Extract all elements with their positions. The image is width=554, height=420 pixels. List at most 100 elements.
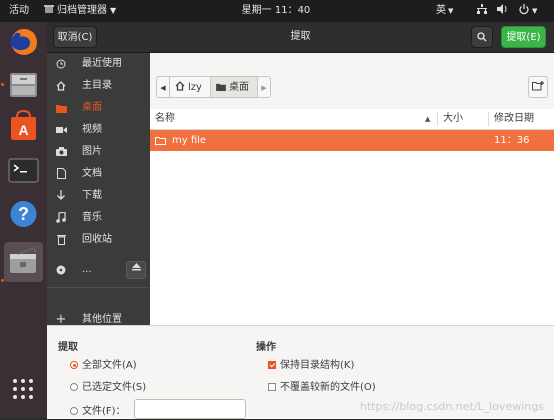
sidebar-divider (47, 287, 150, 288)
checkbox-indicator (268, 361, 276, 369)
sidebar-item-label: 主目录 (82, 80, 112, 91)
sidebar-item-label: 文档 (82, 168, 102, 179)
sidebar-item-documents[interactable]: 文档 (47, 163, 150, 185)
radio-label: 全部文件(A) (82, 360, 137, 371)
table-row[interactable]: my file 11：36 (150, 130, 554, 151)
folder-icon (216, 83, 226, 91)
network-icon[interactable] (476, 0, 488, 22)
chevron-down-icon: ▼ (110, 6, 117, 15)
file-modified: 11：36 (494, 135, 530, 146)
path-segment-current[interactable]: 桌面 (210, 76, 258, 98)
search-icon (477, 32, 487, 42)
places-sidebar: 最近使用 主目录 桌面 视频 图片 文档 下载 音乐 回收站 ... + 其他位… (47, 53, 150, 327)
video-icon (54, 119, 68, 141)
camera-icon (54, 141, 68, 163)
document-icon (54, 163, 68, 185)
sidebar-item-label: 回收站 (82, 234, 112, 245)
dock-software[interactable]: A (4, 108, 43, 144)
chevron-right-icon: ▶ (261, 84, 267, 92)
new-folder-button[interactable] (528, 76, 548, 98)
sort-arrow-up-icon: ▲ (425, 115, 431, 123)
svg-text:A: A (18, 122, 28, 138)
header-bar: 取消(C) 提取 提取(E) (47, 22, 554, 53)
path-segment-home[interactable]: lzy (169, 76, 211, 98)
help-icon: ? (10, 201, 37, 227)
column-name[interactable]: 名称 (155, 109, 175, 129)
files-icon (10, 73, 37, 97)
show-applications-button[interactable] (11, 377, 35, 401)
checkbox-no-overwrite[interactable]: 不覆盖较新的文件(O) (268, 380, 376, 396)
radio-selected-files[interactable]: 已选定文件(S) (70, 380, 146, 396)
sidebar-item-trash[interactable]: 回收站 (47, 229, 150, 251)
file-name: my file (172, 135, 207, 146)
sidebar-item-downloads[interactable]: 下载 (47, 185, 150, 207)
new-folder-icon (532, 81, 544, 91)
file-list-header: 名称 ▲ 大小 修改日期 (150, 109, 554, 130)
sidebar-item-home[interactable]: 主目录 (47, 75, 150, 97)
path-bar: ◀ lzy 桌面 ▶ (150, 53, 554, 109)
cancel-button[interactable]: 取消(C) (53, 26, 97, 48)
sidebar-item-pictures[interactable]: 图片 (47, 141, 150, 163)
watermark: https://blog.csdn.net/L_lovewings (359, 400, 544, 413)
dock-terminal[interactable] (4, 152, 43, 188)
files-pattern-input[interactable] (134, 399, 246, 419)
folder-icon (155, 137, 166, 145)
dock-files[interactable] (4, 66, 43, 102)
column-modified[interactable]: 修改日期 (494, 109, 534, 129)
path-segment-label: lzy (188, 82, 202, 93)
disc-icon (54, 257, 68, 283)
home-icon (175, 81, 185, 91)
firefox-icon (10, 28, 37, 55)
folder-icon (54, 97, 68, 119)
eject-icon (131, 263, 141, 271)
input-method-label: 英 (436, 5, 446, 16)
sidebar-item-label: 桌面 (82, 102, 102, 113)
radio-label: 已选定文件(S) (82, 382, 147, 393)
activities-button[interactable]: 活动 (9, 0, 29, 22)
power-icon[interactable] (518, 0, 530, 22)
volume-icon[interactable] (496, 0, 508, 22)
radio-all-files[interactable]: 全部文件(A) (70, 358, 137, 374)
sidebar-item-label: 下载 (82, 190, 102, 201)
software-center-icon: A (11, 109, 36, 140)
app-menu-label: 归档管理器 (57, 5, 107, 16)
sidebar-item-desktop[interactable]: 桌面 (47, 97, 150, 119)
sidebar-item-music[interactable]: 音乐 (47, 207, 150, 229)
path-segment-label: 桌面 (229, 82, 249, 93)
input-method-indicator[interactable]: 英 ▼ (436, 0, 453, 22)
svg-text:?: ? (18, 204, 29, 224)
archive-manager-icon (10, 247, 37, 273)
path-back-button[interactable]: ◀ (156, 76, 170, 98)
column-divider (488, 112, 489, 126)
music-icon (54, 207, 68, 229)
column-size[interactable]: 大小 (443, 109, 463, 129)
extract-button[interactable]: 提取(E) (501, 26, 546, 48)
dock-firefox[interactable] (4, 24, 43, 60)
radio-indicator (70, 407, 78, 415)
path-forward-button[interactable]: ▶ (257, 76, 271, 98)
dock: A ? (0, 22, 47, 418)
sidebar-item-label: 视频 (82, 124, 102, 135)
column-divider (437, 112, 438, 126)
trash-icon (54, 229, 68, 251)
sidebar-item-label: ... (82, 264, 92, 275)
chevron-down-icon[interactable]: ▼ (532, 0, 537, 22)
sidebar-item-label: 最近使用 (82, 58, 122, 69)
search-button[interactable] (471, 26, 493, 48)
sidebar-item-videos[interactable]: 视频 (47, 119, 150, 141)
checkbox-keep-structure[interactable]: 保持目录结构(K) (268, 358, 354, 374)
sidebar-item-recent[interactable]: 最近使用 (47, 53, 150, 75)
checkbox-indicator (268, 383, 276, 391)
radio-indicator (70, 383, 78, 391)
file-chooser: ◀ lzy 桌面 ▶ 名称 ▲ 大小 修改日期 my file 11：36 (150, 53, 554, 325)
sidebar-item-disc[interactable]: ... (47, 257, 150, 283)
dock-archive-manager[interactable] (4, 242, 43, 282)
clock[interactable]: 星期一 11：40 (240, 0, 312, 22)
dock-help[interactable]: ? (4, 196, 43, 232)
eject-button[interactable] (126, 261, 146, 279)
radio-indicator (70, 361, 78, 369)
home-icon (54, 75, 68, 97)
top-bar: 活动 归档管理器 ▼ 星期一 11：40 英 ▼ ▼ (0, 0, 554, 22)
chevron-left-icon: ◀ (160, 84, 166, 92)
app-menu[interactable]: 归档管理器 ▼ (44, 0, 116, 22)
